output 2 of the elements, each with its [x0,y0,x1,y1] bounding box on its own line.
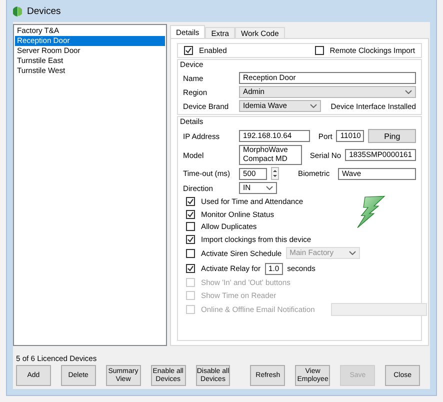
window-title: Devices [27,6,61,16]
ping-button[interactable]: Ping [368,129,416,143]
